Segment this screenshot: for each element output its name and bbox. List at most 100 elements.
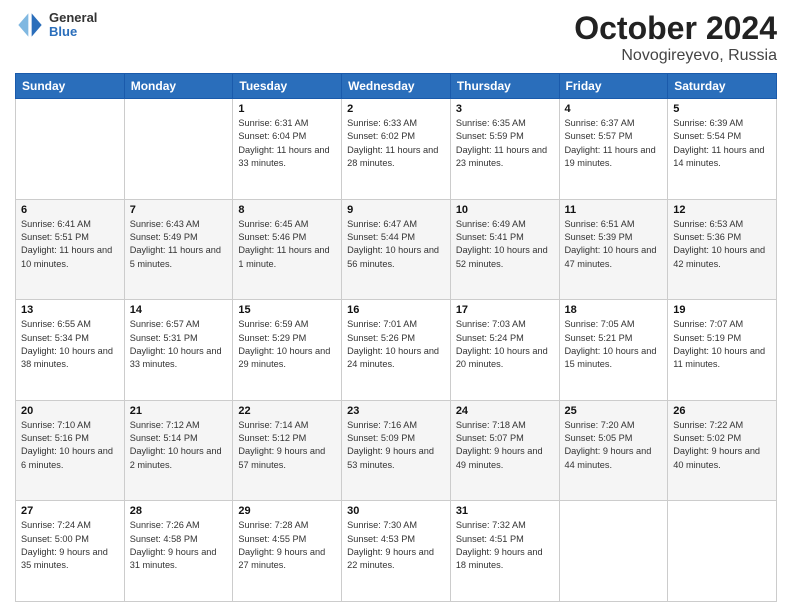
logo-general-text: General (49, 11, 97, 25)
calendar-cell (668, 501, 777, 602)
calendar-cell: 31 Sunrise: 7:32 AM Sunset: 4:51 PM Dayli… (450, 501, 559, 602)
day-number: 15 (238, 304, 336, 316)
day-number: 1 (238, 103, 336, 115)
calendar-cell: 25 Sunrise: 7:20 AM Sunset: 5:05 PM Dayli… (559, 400, 668, 501)
day-number: 10 (456, 204, 554, 216)
day-info: Sunrise: 7:28 AM Sunset: 4:55 PM Dayligh… (238, 519, 336, 572)
calendar-cell: 20 Sunrise: 7:10 AM Sunset: 5:16 PM Dayli… (16, 400, 125, 501)
day-number: 22 (238, 405, 336, 417)
day-number: 31 (456, 505, 554, 517)
calendar-cell: 13 Sunrise: 6:55 AM Sunset: 5:34 PM Dayli… (16, 300, 125, 401)
calendar-cell: 4Sunrise: 6:37 AM Sunset: 5:57 PM Daylig… (559, 99, 668, 200)
day-info: Sunrise: 7:03 AM Sunset: 5:24 PM Dayligh… (456, 318, 554, 371)
day-info: Sunrise: 6:59 AM Sunset: 5:29 PM Dayligh… (238, 318, 336, 371)
day-info: Sunrise: 6:55 AM Sunset: 5:34 PM Dayligh… (21, 318, 119, 371)
day-number: 20 (21, 405, 119, 417)
day-info: Sunrise: 7:14 AM Sunset: 5:12 PM Dayligh… (238, 419, 336, 472)
day-info: Sunrise: 7:26 AM Sunset: 4:58 PM Dayligh… (130, 519, 228, 572)
day-number: 5 (673, 103, 771, 115)
calendar-cell: 6 Sunrise: 6:41 AM Sunset: 5:51 PM Daylig… (16, 199, 125, 300)
day-number: 13 (21, 304, 119, 316)
calendar-title: October 2024 (574, 10, 777, 47)
weekday-header-row: SundayMondayTuesdayWednesdayThursdayFrid… (16, 74, 777, 99)
calendar-cell: 29 Sunrise: 7:28 AM Sunset: 4:55 PM Dayli… (233, 501, 342, 602)
calendar-cell: 28Sunrise: 7:26 AM Sunset: 4:58 PM Dayli… (124, 501, 233, 602)
day-info: Sunrise: 6:33 AM Sunset: 6:02 PM Dayligh… (347, 117, 445, 170)
day-number: 26 (673, 405, 771, 417)
calendar-week-5: 27 Sunrise: 7:24 AM Sunset: 5:00 PM Dayli… (16, 501, 777, 602)
calendar-cell: 14Sunrise: 6:57 AM Sunset: 5:31 PM Dayli… (124, 300, 233, 401)
calendar-cell: 23 Sunrise: 7:16 AM Sunset: 5:09 PM Dayli… (342, 400, 451, 501)
day-info: Sunrise: 7:16 AM Sunset: 5:09 PM Dayligh… (347, 419, 445, 472)
calendar-cell: 16 Sunrise: 7:01 AM Sunset: 5:26 PM Dayli… (342, 300, 451, 401)
calendar-cell: 11Sunrise: 6:51 AM Sunset: 5:39 PM Dayli… (559, 199, 668, 300)
day-number: 6 (21, 204, 119, 216)
day-info: Sunrise: 7:12 AM Sunset: 5:14 PM Dayligh… (130, 419, 228, 472)
calendar-cell: 10 Sunrise: 6:49 AM Sunset: 5:41 PM Dayli… (450, 199, 559, 300)
day-info: Sunrise: 7:05 AM Sunset: 5:21 PM Dayligh… (565, 318, 663, 371)
day-number: 17 (456, 304, 554, 316)
logo-icon (15, 10, 45, 40)
calendar-cell: 27 Sunrise: 7:24 AM Sunset: 5:00 PM Dayli… (16, 501, 125, 602)
day-info: Sunrise: 6:45 AM Sunset: 5:46 PM Dayligh… (238, 218, 336, 271)
calendar-cell: 22 Sunrise: 7:14 AM Sunset: 5:12 PM Dayli… (233, 400, 342, 501)
day-info: Sunrise: 7:32 AM Sunset: 4:51 PM Dayligh… (456, 519, 554, 572)
day-number: 14 (130, 304, 228, 316)
calendar-cell: 12 Sunrise: 6:53 AM Sunset: 5:36 PM Dayli… (668, 199, 777, 300)
calendar-cell (124, 99, 233, 200)
day-info: Sunrise: 7:24 AM Sunset: 5:00 PM Dayligh… (21, 519, 119, 572)
calendar-location: Novogireyevo, Russia (574, 47, 777, 65)
day-number: 27 (21, 505, 119, 517)
day-info: Sunrise: 6:51 AM Sunset: 5:39 PM Dayligh… (565, 218, 663, 271)
day-info: Sunrise: 7:30 AM Sunset: 4:53 PM Dayligh… (347, 519, 445, 572)
day-number: 25 (565, 405, 663, 417)
day-info: Sunrise: 7:07 AM Sunset: 5:19 PM Dayligh… (673, 318, 771, 371)
day-info: Sunrise: 6:43 AM Sunset: 5:49 PM Dayligh… (130, 218, 228, 271)
calendar-cell: 1 Sunrise: 6:31 AM Sunset: 6:04 PM Daylig… (233, 99, 342, 200)
calendar-cell: 9 Sunrise: 6:47 AM Sunset: 5:44 PM Daylig… (342, 199, 451, 300)
title-block: October 2024 Novogireyevo, Russia (574, 10, 777, 65)
calendar-cell: 18Sunrise: 7:05 AM Sunset: 5:21 PM Dayli… (559, 300, 668, 401)
day-number: 16 (347, 304, 445, 316)
weekday-header-wednesday: Wednesday (342, 74, 451, 99)
day-number: 23 (347, 405, 445, 417)
day-number: 4 (565, 103, 663, 115)
calendar-cell: 24Sunrise: 7:18 AM Sunset: 5:07 PM Dayli… (450, 400, 559, 501)
weekday-header-monday: Monday (124, 74, 233, 99)
weekday-header-saturday: Saturday (668, 74, 777, 99)
day-info: Sunrise: 6:41 AM Sunset: 5:51 PM Dayligh… (21, 218, 119, 271)
calendar-cell: 5 Sunrise: 6:39 AM Sunset: 5:54 PM Daylig… (668, 99, 777, 200)
calendar-cell: 19 Sunrise: 7:07 AM Sunset: 5:19 PM Dayli… (668, 300, 777, 401)
calendar-table: SundayMondayTuesdayWednesdayThursdayFrid… (15, 73, 777, 602)
day-info: Sunrise: 6:47 AM Sunset: 5:44 PM Dayligh… (347, 218, 445, 271)
day-info: Sunrise: 6:53 AM Sunset: 5:36 PM Dayligh… (673, 218, 771, 271)
day-info: Sunrise: 7:20 AM Sunset: 5:05 PM Dayligh… (565, 419, 663, 472)
calendar-cell: 8Sunrise: 6:45 AM Sunset: 5:46 PM Daylig… (233, 199, 342, 300)
day-info: Sunrise: 6:49 AM Sunset: 5:41 PM Dayligh… (456, 218, 554, 271)
calendar-cell: 17 Sunrise: 7:03 AM Sunset: 5:24 PM Dayli… (450, 300, 559, 401)
logo-text: General Blue (49, 11, 97, 40)
day-info: Sunrise: 6:39 AM Sunset: 5:54 PM Dayligh… (673, 117, 771, 170)
day-info: Sunrise: 7:01 AM Sunset: 5:26 PM Dayligh… (347, 318, 445, 371)
weekday-header-thursday: Thursday (450, 74, 559, 99)
logo: General Blue (15, 10, 97, 40)
calendar-week-4: 20 Sunrise: 7:10 AM Sunset: 5:16 PM Dayli… (16, 400, 777, 501)
day-number: 9 (347, 204, 445, 216)
calendar-cell: 15 Sunrise: 6:59 AM Sunset: 5:29 PM Dayli… (233, 300, 342, 401)
calendar-cell: 2Sunrise: 6:33 AM Sunset: 6:02 PM Daylig… (342, 99, 451, 200)
logo-blue-text: Blue (49, 25, 97, 39)
day-number: 29 (238, 505, 336, 517)
weekday-header-sunday: Sunday (16, 74, 125, 99)
day-info: Sunrise: 7:18 AM Sunset: 5:07 PM Dayligh… (456, 419, 554, 472)
day-number: 19 (673, 304, 771, 316)
calendar-cell: 21Sunrise: 7:12 AM Sunset: 5:14 PM Dayli… (124, 400, 233, 501)
day-info: Sunrise: 7:10 AM Sunset: 5:16 PM Dayligh… (21, 419, 119, 472)
day-info: Sunrise: 7:22 AM Sunset: 5:02 PM Dayligh… (673, 419, 771, 472)
calendar-week-1: 1 Sunrise: 6:31 AM Sunset: 6:04 PM Daylig… (16, 99, 777, 200)
header: General Blue October 2024 Novogireyevo, … (15, 10, 777, 65)
day-number: 7 (130, 204, 228, 216)
day-number: 12 (673, 204, 771, 216)
weekday-header-friday: Friday (559, 74, 668, 99)
day-info: Sunrise: 6:31 AM Sunset: 6:04 PM Dayligh… (238, 117, 336, 170)
calendar-cell (559, 501, 668, 602)
